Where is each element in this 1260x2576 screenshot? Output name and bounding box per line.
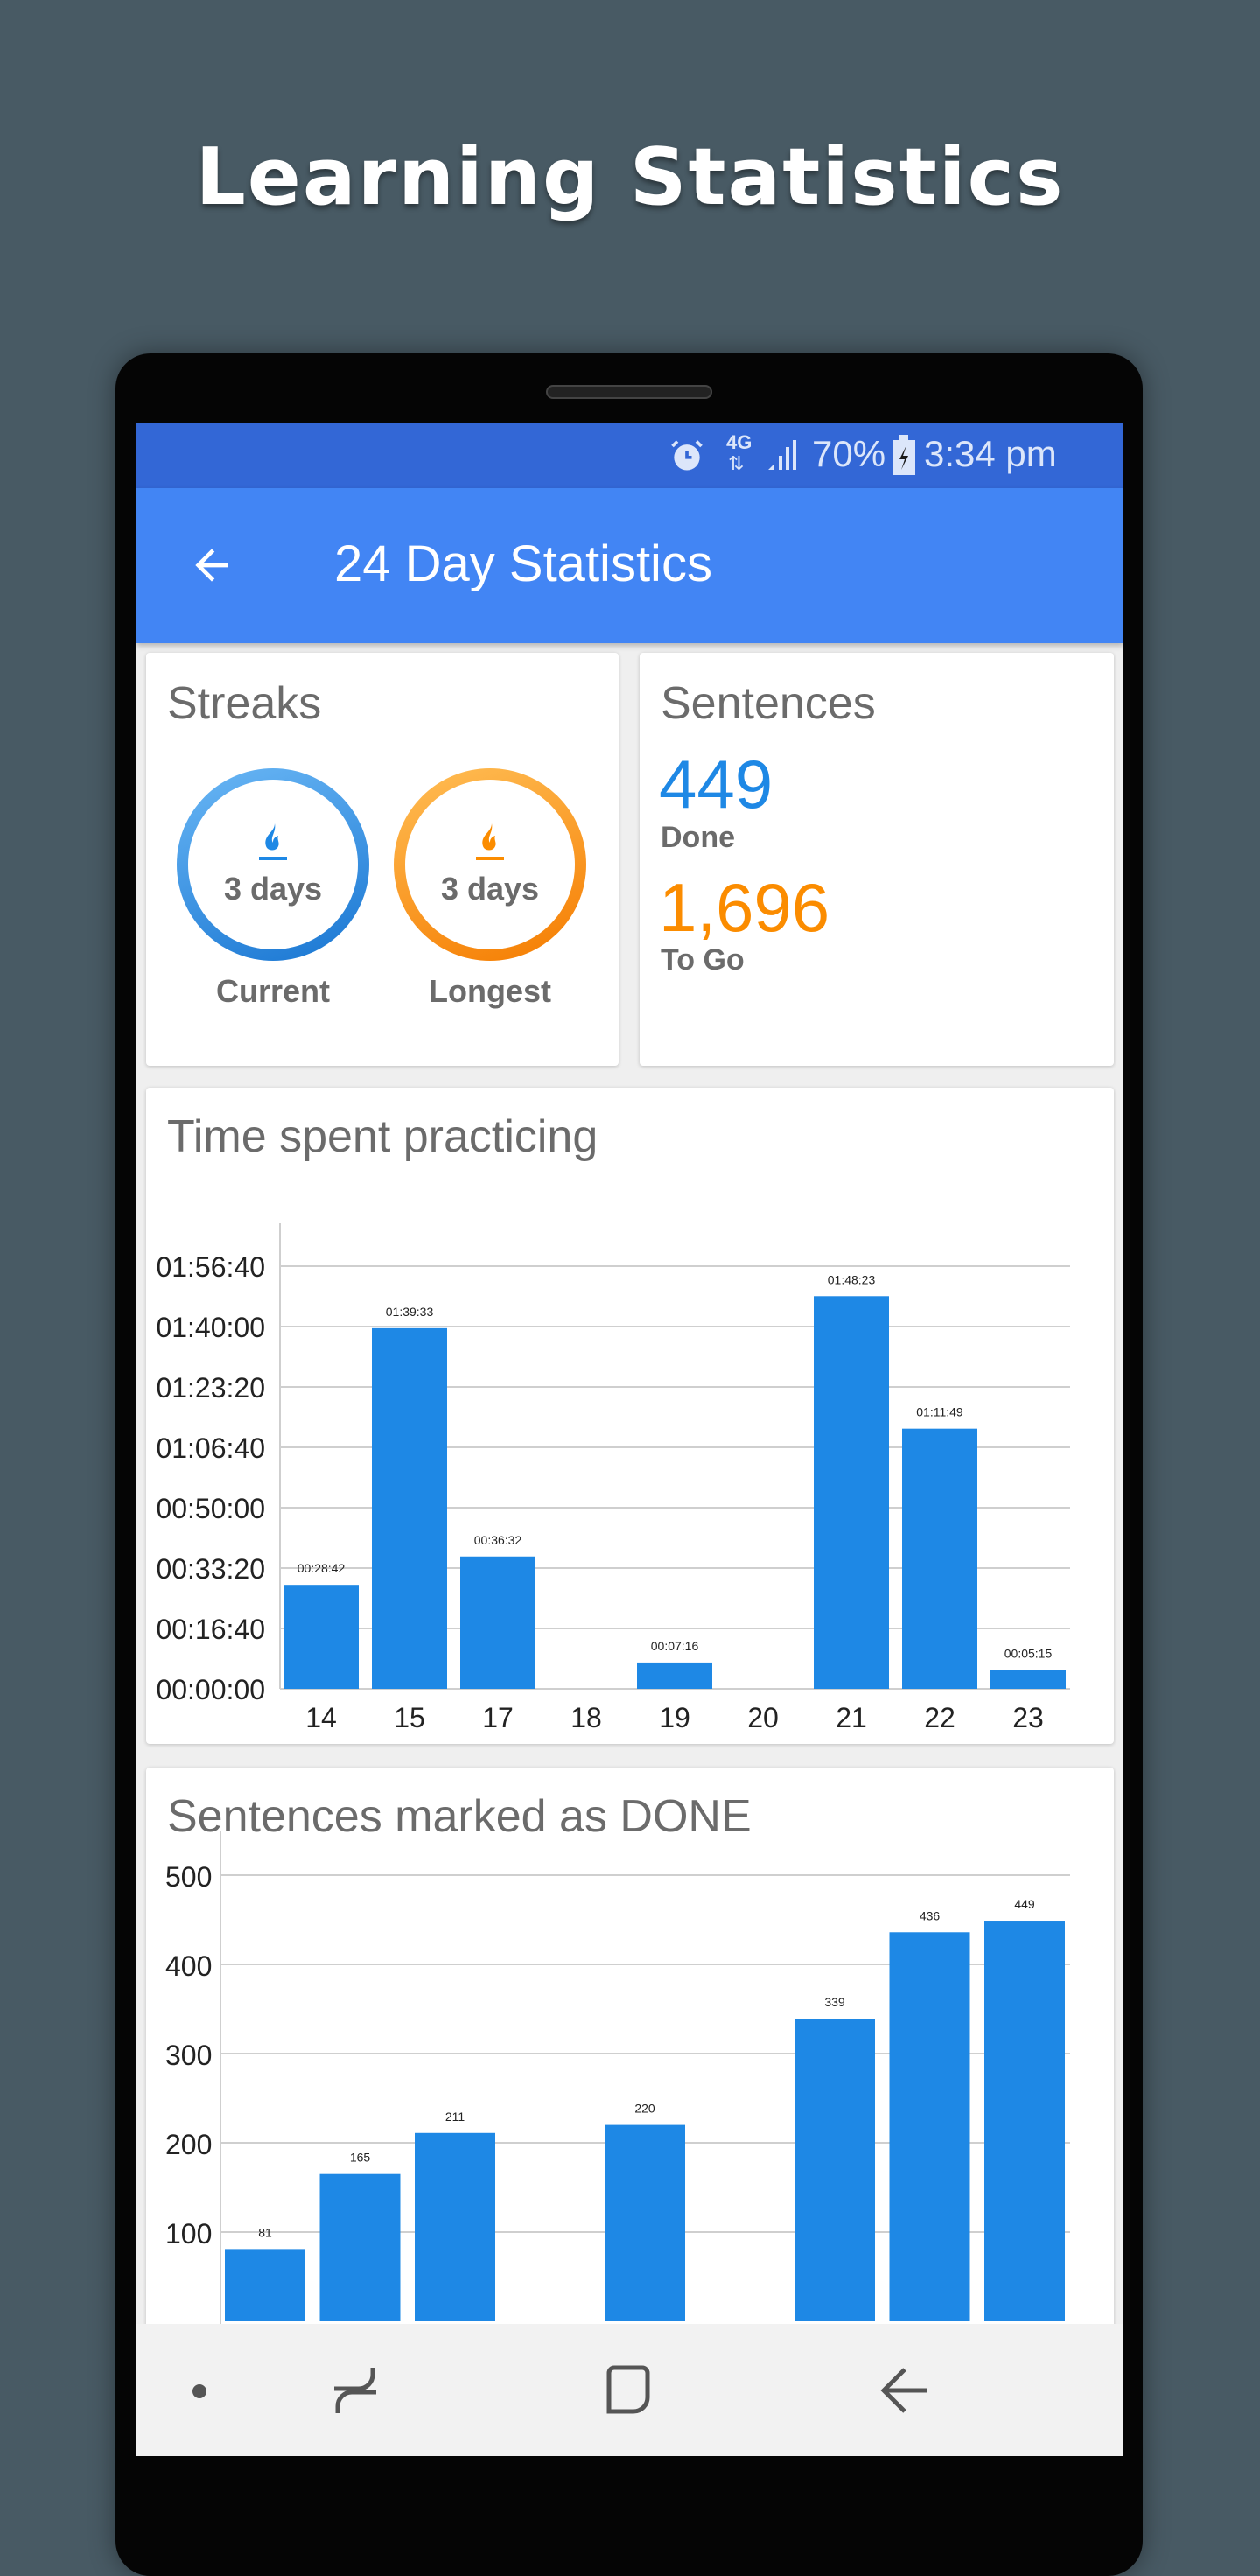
bar	[225, 2249, 305, 2321]
time-spent-chart: 00:00:00 00:16:40 00:33:20 00:50:00 01:06:40…	[156, 1223, 1070, 1733]
y-tick-label: 200	[165, 2129, 212, 2160]
data-label: 211	[445, 2110, 466, 2124]
y-tick-label: 01:23:20	[156, 1372, 265, 1404]
current-streak-value: 3 days	[223, 871, 323, 906]
x-tick-label: 21	[836, 1702, 867, 1733]
bar	[637, 1662, 712, 1689]
x-tick-label: 19	[659, 1702, 690, 1733]
x-tick-label: 17	[482, 1702, 514, 1733]
sentences-card: Sentences 449 Done 1,696 To Go	[640, 653, 1114, 1066]
dot-icon[interactable]	[192, 2384, 206, 2398]
card-title: Sentences	[661, 678, 876, 729]
y-tick-label: 01:56:40	[156, 1251, 265, 1283]
data-label: 449	[1014, 1897, 1035, 1911]
x-tick-label: 18	[570, 1702, 602, 1733]
longest-streak-value: 3 days	[440, 871, 540, 906]
phone-screen: 4G ⇅ 70% 3:34 pm 24 Day Statistics Strea…	[136, 423, 1124, 2456]
y-tick-label: 400	[165, 1950, 212, 1982]
data-label: 00:28:42	[298, 1561, 346, 1575]
back-icon[interactable]	[880, 2364, 929, 2417]
bar	[460, 1556, 536, 1689]
x-tick-label: 14	[305, 1702, 337, 1733]
bar	[814, 1296, 889, 1689]
signal-icon	[768, 440, 796, 470]
data-label: 00:36:32	[474, 1533, 522, 1547]
arrow-left-icon[interactable]	[186, 541, 238, 590]
streaks-card: Streaks 3 days Current 3 days Longest	[146, 653, 619, 1066]
bar	[990, 1670, 1066, 1689]
phone-speaker	[546, 385, 712, 399]
x-tick-label: 20	[747, 1702, 779, 1733]
data-label: 00:05:15	[1004, 1646, 1053, 1660]
current-streak-label: Current	[215, 973, 330, 1009]
y-tick-label: 00:00:00	[156, 1674, 265, 1705]
done-label: Done	[661, 821, 735, 854]
y-tick-label: 300	[165, 2040, 212, 2071]
data-label: 01:39:33	[386, 1305, 434, 1319]
bar	[984, 1921, 1065, 2321]
longest-streak-ring: 3 days	[394, 768, 586, 961]
flame-icon	[476, 823, 504, 860]
card-title: Streaks	[167, 678, 322, 729]
clock: 3:34 pm	[924, 433, 1057, 474]
x-tick-label: 23	[1012, 1702, 1044, 1733]
to-go-count: 1,696	[659, 869, 830, 946]
x-tick-label: 15	[394, 1702, 425, 1733]
status-bar: 4G ⇅ 70% 3:34 pm	[136, 423, 1124, 488]
navigation-bar	[136, 2324, 1124, 2456]
bar	[889, 1932, 970, 2321]
data-label: 81	[258, 2225, 272, 2239]
done-count: 449	[659, 746, 774, 822]
y-tick-label: 00:33:20	[156, 1553, 265, 1585]
longest-streak-label: Longest	[429, 973, 551, 1009]
data-label: 339	[824, 1995, 845, 2009]
bar	[415, 2132, 495, 2321]
bar	[794, 2019, 875, 2321]
home-icon[interactable]	[604, 2364, 653, 2417]
time-spent-card: Time spent practicing 00:00:00 00:16:40 00…	[146, 1088, 1114, 1744]
network-type: 4G	[726, 431, 752, 453]
y-tick-label: 01:06:40	[156, 1432, 265, 1464]
data-label: 436	[920, 1908, 941, 1922]
page-title: 24 Day Statistics	[334, 536, 712, 592]
flame-icon	[259, 823, 287, 860]
y-tick-label: 500	[165, 1861, 212, 1893]
data-label: 00:07:16	[651, 1639, 699, 1653]
y-tick-label: 00:50:00	[156, 1493, 265, 1524]
data-arrows-icon: ⇅	[728, 452, 745, 474]
y-tick-label: 01:40:00	[156, 1312, 265, 1343]
bar	[284, 1585, 359, 1689]
y-tick-label: 100	[165, 2218, 212, 2250]
data-label: 165	[350, 2151, 371, 2165]
bar	[605, 2124, 685, 2321]
alarm-icon	[671, 440, 703, 471]
battery-charging-icon	[892, 435, 915, 475]
y-tick-label: 00:16:40	[156, 1614, 265, 1645]
current-streak-ring: 3 days	[177, 768, 369, 961]
recents-icon[interactable]	[331, 2364, 380, 2417]
x-tick-label: 22	[924, 1702, 956, 1733]
to-go-label: To Go	[661, 943, 745, 976]
bar	[372, 1327, 447, 1689]
bar	[902, 1428, 977, 1689]
data-label: 01:48:23	[828, 1272, 876, 1286]
battery-percent: 70%	[812, 433, 886, 474]
data-label: 220	[634, 2102, 655, 2116]
data-label: 01:11:49	[916, 1405, 963, 1419]
promo-headline: Learning Statistics	[195, 131, 1065, 223]
bar	[319, 2174, 401, 2321]
app-bar: 24 Day Statistics	[136, 488, 1124, 643]
